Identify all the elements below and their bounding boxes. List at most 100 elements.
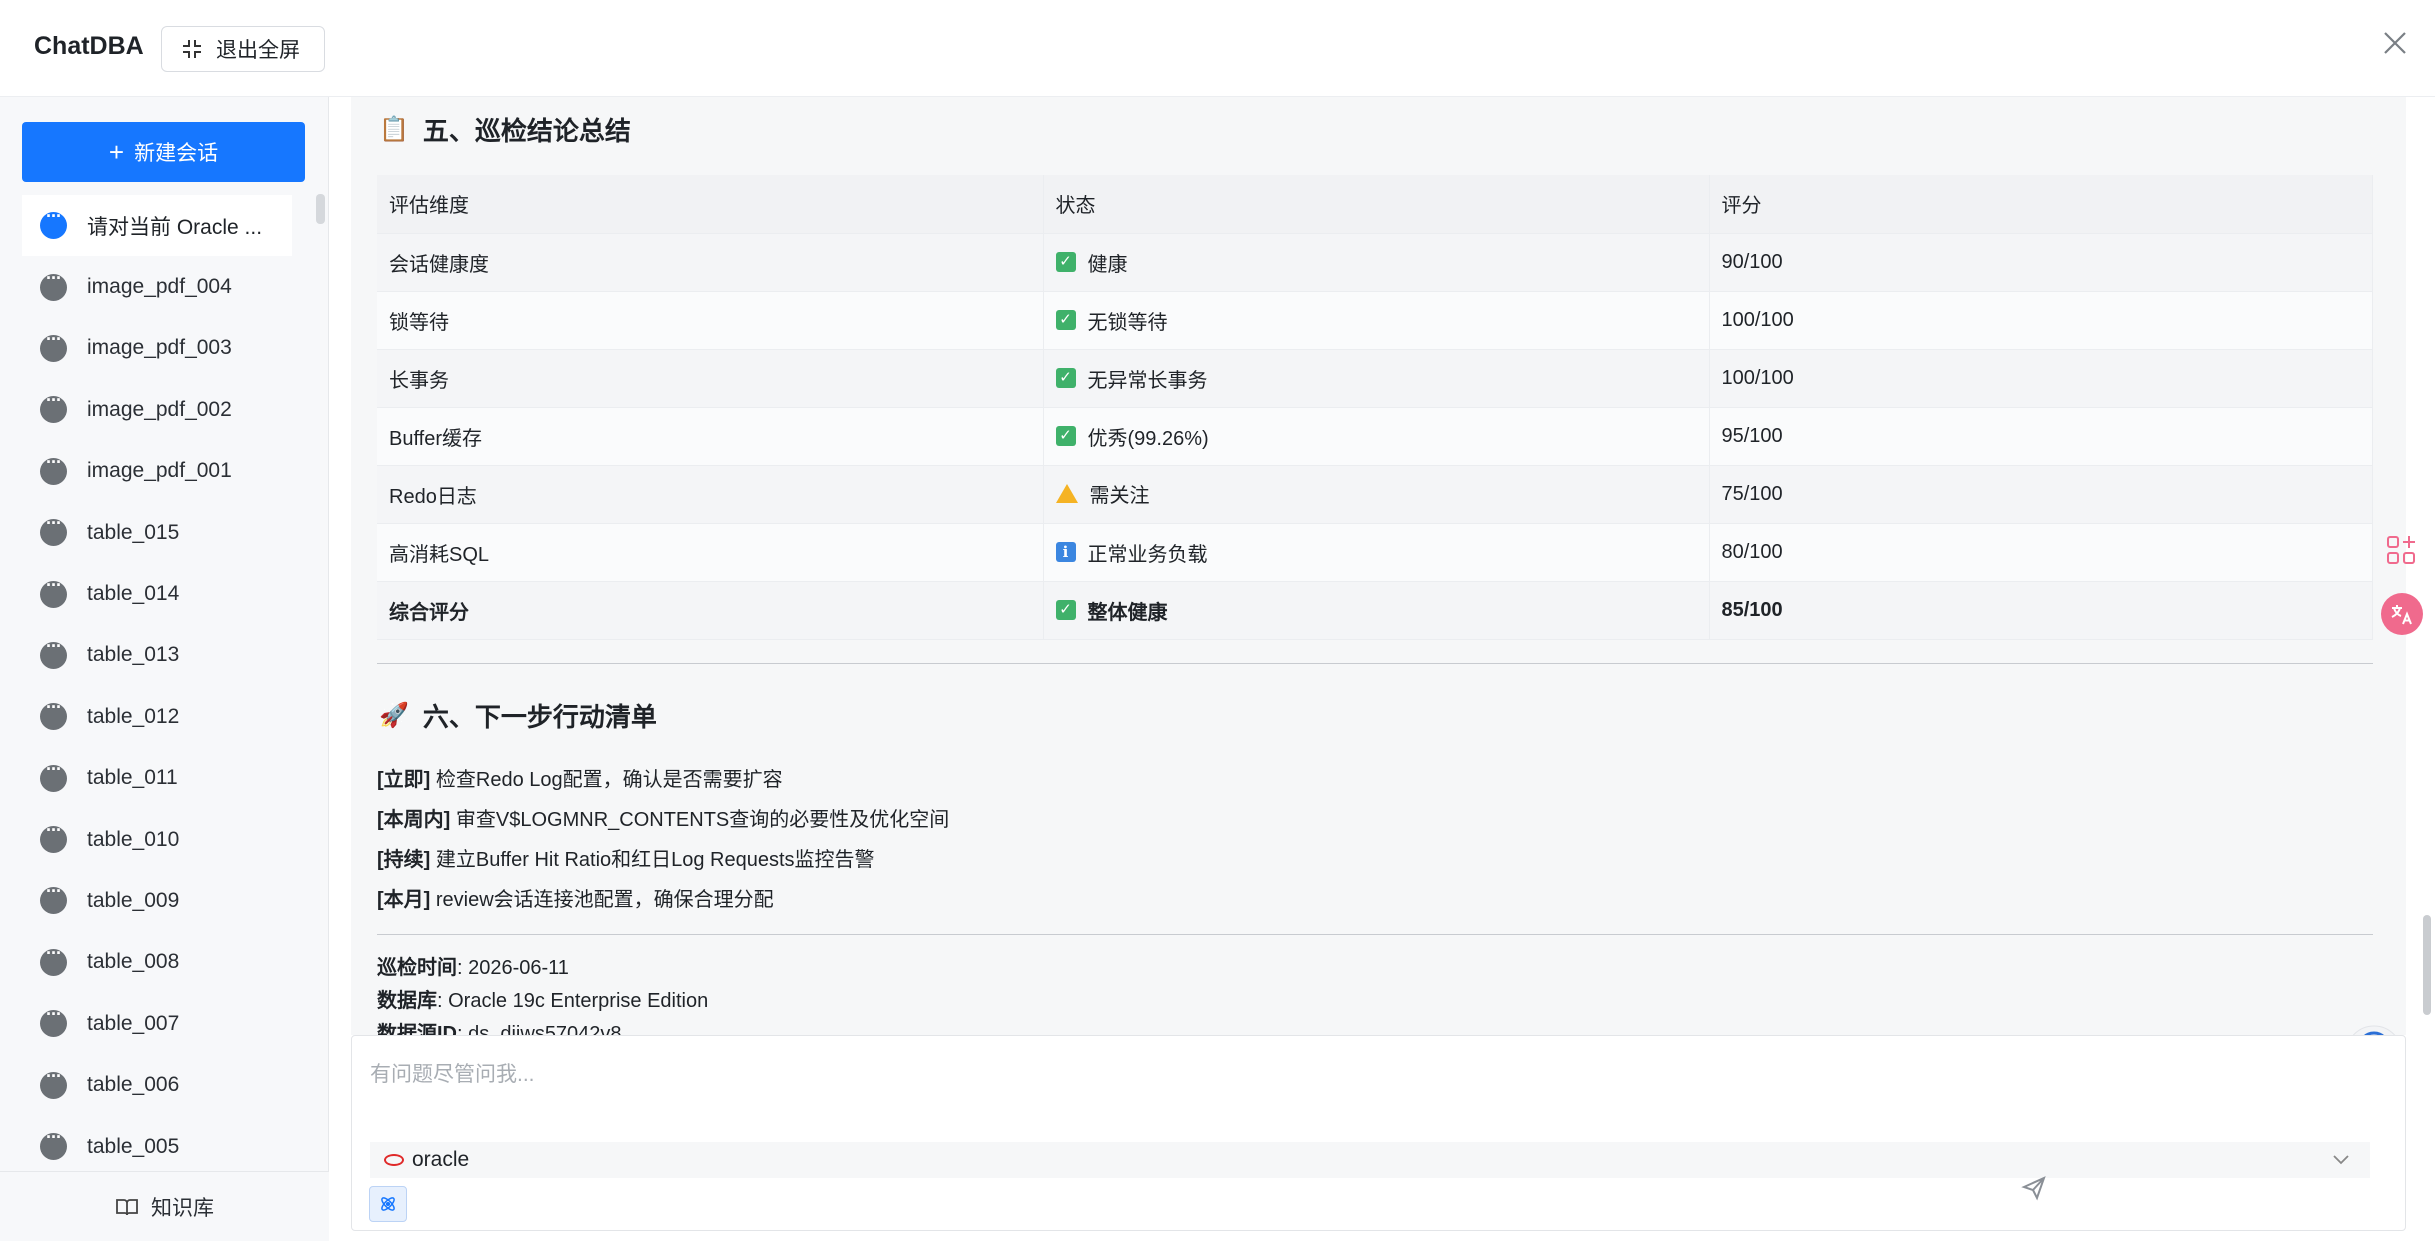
status-text: 无锁等待 <box>1087 311 1168 334</box>
action-tag: [持续] <box>377 849 431 871</box>
divider <box>377 663 2373 664</box>
sidebar-scrollbar[interactable] <box>316 194 325 224</box>
session-item[interactable]: table_006 <box>22 1054 305 1115</box>
check-icon: ✓ <box>1055 252 1076 272</box>
session-label: 请对当前 Oracle ... <box>87 215 263 239</box>
session-item[interactable]: table_009 <box>22 870 305 931</box>
chat-bubble-icon <box>40 1066 67 1099</box>
check-icon: ✓ <box>1055 600 1076 620</box>
session-item[interactable]: image_pdf_003 <box>22 318 305 379</box>
check-icon: ✓ <box>1055 368 1076 388</box>
action-item: [持续] 建立Buffer Hit Ratio和红日Log Requests监控… <box>377 843 875 872</box>
column-header: 评分 <box>1709 175 2373 234</box>
session-item[interactable]: table_010 <box>22 809 305 870</box>
apps-add-icon[interactable] <box>2384 533 2418 567</box>
action-tag: [立即] <box>377 769 431 791</box>
warning-icon <box>1055 484 1078 503</box>
chat-bubble-icon <box>40 1127 67 1161</box>
summary-table: 评估维度 状态 评分 会话健康度 ✓ 健康 90/100 锁等待 ✓ 无锁等待 10… <box>377 175 2373 640</box>
content-scrollbar[interactable] <box>2423 915 2431 1015</box>
close-icon[interactable] <box>2380 28 2410 58</box>
knowledge-base-label: 知识库 <box>151 1196 214 1220</box>
send-icon[interactable] <box>2021 1175 2047 1201</box>
knowledge-base-button[interactable]: 知识库 <box>0 1171 329 1241</box>
dimension-cell: 高消耗SQL <box>377 523 1044 582</box>
chat-bubble-icon <box>40 881 67 915</box>
info-icon: i <box>1055 542 1076 562</box>
chat-bubble-icon <box>40 636 67 669</box>
action-tag: [本周内] <box>377 809 451 831</box>
table-row: 锁等待 ✓ 无锁等待 100/100 <box>377 291 2373 350</box>
new-chat-button[interactable]: + 新建会话 <box>22 122 305 182</box>
session-item[interactable]: table_008 <box>22 932 305 993</box>
session-label: table_012 <box>87 704 180 728</box>
action-item: [本周内] 审查V$LOGMNR_CONTENTS查询的必要性及优化空间 <box>377 803 949 832</box>
score-cell: 85/100 <box>1709 581 2373 640</box>
session-item[interactable]: image_pdf_001 <box>22 441 305 502</box>
dimension-cell: 综合评分 <box>377 581 1044 640</box>
session-item[interactable]: 请对当前 Oracle ... <box>22 195 292 257</box>
database-select[interactable]: oracle <box>370 1142 2370 1178</box>
table-row: Redo日志 需关注 75/100 <box>377 465 2373 524</box>
translate-icon[interactable] <box>2381 593 2423 635</box>
inspection-time: 巡检时间: 2026-06-11 <box>377 951 569 980</box>
chat-bubble-icon <box>40 943 67 976</box>
session-item[interactable]: table_005 <box>22 1116 305 1177</box>
table-header-row: 评估维度 状态 评分 <box>377 175 2373 234</box>
check-icon: ✓ <box>1055 310 1076 330</box>
section-title: 五、巡检结论总结 <box>422 116 631 146</box>
chat-input[interactable]: 有问题尽管问我... <box>370 1058 535 1088</box>
chat-bubble-icon <box>40 697 67 731</box>
book-icon <box>116 1198 138 1215</box>
exit-fullscreen-button[interactable]: 退出全屏 <box>161 26 325 72</box>
table-row: 高消耗SQL i 正常业务负载 80/100 <box>377 523 2373 582</box>
status-cell: ✓ 优秀(99.26%) <box>1043 407 1710 466</box>
table-row-total: 综合评分 ✓ 整体健康 85/100 <box>377 581 2373 640</box>
score-cell: 100/100 <box>1709 349 2373 408</box>
status-text: 需关注 <box>1089 485 1150 507</box>
dimension-cell: 会话健康度 <box>377 233 1044 292</box>
action-text: 检查Redo Log配置，确认是否需要扩容 <box>435 769 783 791</box>
session-label: table_009 <box>87 888 180 912</box>
session-item[interactable]: image_pdf_004 <box>22 256 305 317</box>
chat-bubble-icon <box>40 513 67 547</box>
session-item[interactable]: table_014 <box>22 563 305 624</box>
session-item[interactable]: table_011 <box>22 748 305 809</box>
session-item[interactable]: image_pdf_002 <box>22 379 305 440</box>
chat-bubble-icon <box>40 1004 67 1038</box>
score-cell: 75/100 <box>1709 465 2373 524</box>
session-item[interactable]: table_015 <box>22 502 305 563</box>
section-title: 六、下一步行动清单 <box>422 702 657 732</box>
meta-value: : Oracle 19c Enterprise Edition <box>437 990 709 1012</box>
action-text: 建立Buffer Hit Ratio和红日Log Requests监控告警 <box>435 849 875 871</box>
chat-content: 📋 五、巡检结论总结 评估维度 状态 评分 会话健康度 ✓ 健康 90/100 锁… <box>351 97 2406 1035</box>
session-label: table_007 <box>87 1011 180 1035</box>
action-text: 审查V$LOGMNR_CONTENTS查询的必要性及优化空间 <box>455 809 950 831</box>
session-item[interactable]: table_013 <box>22 625 305 686</box>
sidebar: + 新建会话 请对当前 Oracle ... image_pdf_004 ima… <box>0 97 329 1241</box>
exit-fullscreen-icon <box>183 40 201 58</box>
column-header: 状态 <box>1043 175 1710 234</box>
status-cell: 需关注 <box>1043 465 1710 524</box>
session-item[interactable]: table_012 <box>22 686 305 747</box>
chat-bubble-icon <box>40 452 67 485</box>
session-item[interactable]: table_007 <box>22 993 305 1054</box>
chat-bubble-icon <box>40 329 67 362</box>
session-label: image_pdf_004 <box>87 275 232 299</box>
atom-tool-button[interactable] <box>369 1186 407 1222</box>
session-label: table_005 <box>87 1134 180 1158</box>
session-label: table_006 <box>87 1073 180 1097</box>
section-heading: 🚀 六、下一步行动清单 <box>379 697 657 734</box>
dimension-cell: Redo日志 <box>377 465 1044 524</box>
database-info: 数据库: Oracle 19c Enterprise Edition <box>377 984 708 1013</box>
table-row: Buffer缓存 ✓ 优秀(99.26%) 95/100 <box>377 407 2373 466</box>
chat-bubble-icon <box>40 820 67 854</box>
action-text: review会话连接池配置，确保合理分配 <box>435 889 774 911</box>
chat-input-area[interactable]: 有问题尽管问我... oracle <box>351 1035 2406 1231</box>
session-label: table_011 <box>87 766 178 790</box>
section-heading: 📋 五、巡检结论总结 <box>379 111 631 148</box>
chevron-down-icon <box>2333 1155 2349 1165</box>
chat-bubble-icon <box>40 575 67 608</box>
dimension-cell: 锁等待 <box>377 291 1044 350</box>
session-label: table_008 <box>87 950 180 974</box>
